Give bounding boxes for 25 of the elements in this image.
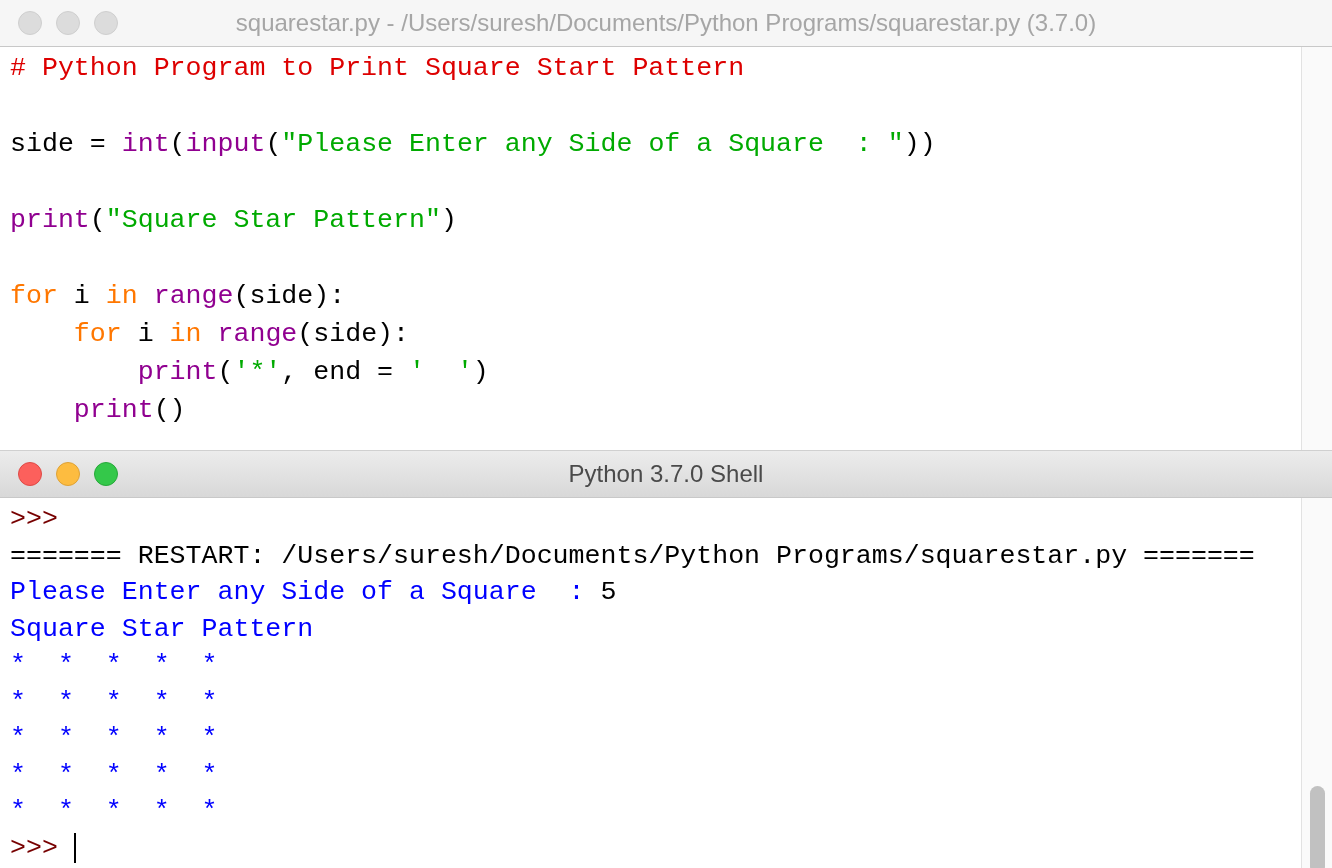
shell-line: * * * * * bbox=[10, 685, 218, 719]
shell-line: >>> bbox=[10, 829, 76, 866]
code-line: print('*', end = ' ') bbox=[136, 356, 489, 389]
code-line: print("Square Star Pattern") bbox=[10, 204, 457, 237]
zoom-button[interactable] bbox=[94, 462, 118, 486]
scroll-bar[interactable] bbox=[1301, 47, 1332, 450]
minimize-button[interactable] bbox=[56, 462, 80, 486]
shell-line: >>> bbox=[10, 503, 58, 536]
shell-line: Please Enter any Side of a Square : 5 bbox=[10, 576, 617, 609]
close-button[interactable] bbox=[18, 462, 42, 486]
window-title: squarestar.py - /Users/suresh/Documents/Python Programs/squarestar.py (3.7.0) bbox=[234, 9, 1098, 37]
shell-line: * * * * * bbox=[10, 649, 218, 682]
scroll-thumb[interactable] bbox=[1310, 786, 1325, 868]
shell-line: * * * * * bbox=[10, 795, 218, 828]
code-line: side = int(input("Please Enter any Side of a Square : ")) bbox=[10, 128, 936, 161]
shell-line: ======= RESTART: /Users/suresh/Documents/Python Programs/squarestar.py ======= bbox=[10, 539, 1255, 573]
code-line: for i in range(side): bbox=[72, 318, 409, 351]
shell-line: * * * * * bbox=[10, 758, 218, 792]
shell-line: * * * * * bbox=[10, 722, 218, 755]
code-line: for i in range(side): bbox=[10, 280, 346, 313]
code-line: print() bbox=[72, 394, 186, 427]
window-title: Python 3.7.0 Shell bbox=[567, 460, 765, 488]
shell-line: Square Star Pattern bbox=[10, 612, 314, 646]
code-line: # Python Program to Print Square Start Pattern bbox=[10, 52, 745, 85]
scroll-bar[interactable] bbox=[1301, 498, 1332, 868]
